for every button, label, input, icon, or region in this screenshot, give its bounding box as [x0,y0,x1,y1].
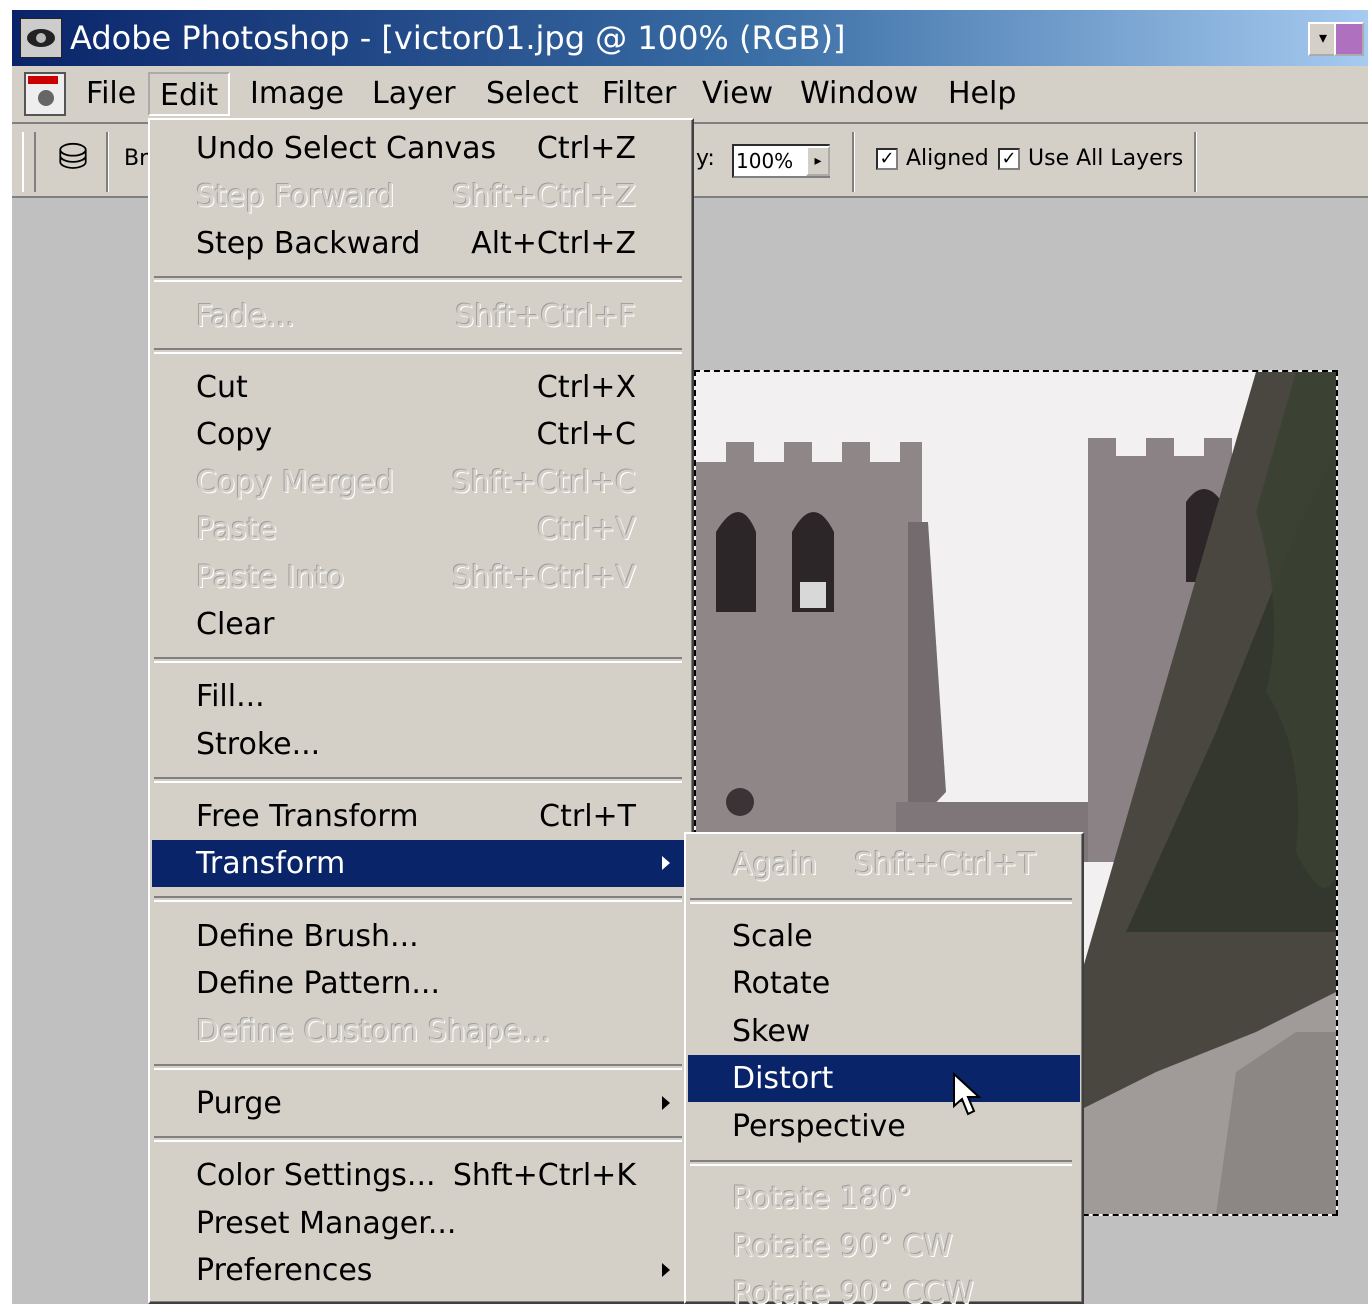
menu-item-free-transform[interactable]: Free Transform Ctrl+T [152,793,690,840]
opacity-arrow-icon[interactable]: ▸ [806,146,830,176]
submenu-item-rotate-180: Rotate 180° [732,1181,913,1216]
menu-separator [154,777,682,783]
menu-view[interactable]: View [692,72,783,116]
transform-submenu: Again Shft+Ctrl+T Scale Rotate Skew Dist… [684,832,1084,1304]
submenu-item-perspective[interactable]: Perspective [688,1103,1080,1150]
menu-item-preset-manager[interactable]: Preset Manager... [152,1200,690,1247]
menu-item-step-forward: Step Forward Shft+Ctrl+Z [196,179,636,214]
toolbar-separator [106,132,109,192]
menu-select[interactable]: Select [476,72,589,116]
opacity-label: y: [696,146,715,171]
menu-item-purge[interactable]: Purge [152,1080,690,1127]
menu-separator [154,896,682,902]
submenu-item-distort[interactable]: Distort [688,1055,1080,1102]
menu-edit[interactable]: Edit [148,72,231,116]
toolbar-separator [1194,132,1197,192]
menu-layer[interactable]: Layer [362,72,466,116]
brush-label[interactable]: Br [124,146,148,171]
menu-separator [154,657,682,663]
submenu-item-rotate[interactable]: Rotate [688,960,1080,1007]
submenu-item-scale[interactable]: Scale [688,913,1080,960]
menu-item-copy-merged: Copy Merged Shft+Ctrl+C [196,465,636,500]
menu-item-stroke[interactable]: Stroke... [152,721,690,768]
restore-icon[interactable] [1334,22,1364,56]
menu-item-paste: Paste Ctrl+V [196,512,636,547]
photoshop-window: Adobe Photoshop - [victor01.jpg @ 100% (… [12,10,1368,1304]
menu-separator [154,276,682,282]
photoshop-eye-icon[interactable] [20,18,62,58]
menu-bar: File Edit Image Layer Select Filter View… [12,66,1368,124]
menu-image[interactable]: Image [240,72,354,116]
menu-item-paste-into: Paste Into Shft+Ctrl+V [196,560,636,595]
aligned-checkbox[interactable]: ✓ [876,148,898,170]
use-all-layers-label: Use All Layers [1028,146,1184,171]
submenu-item-skew[interactable]: Skew [688,1008,1080,1055]
menu-item-define-pattern[interactable]: Define Pattern... [152,960,690,1007]
menu-item-define-brush[interactable]: Define Brush... [152,913,690,960]
document-icon[interactable] [24,72,66,116]
use-all-layers-checkbox[interactable]: ✓ [998,148,1020,170]
menu-file[interactable]: File [76,72,146,116]
menu-item-preferences[interactable]: Preferences [152,1247,690,1294]
submenu-arrow-icon [662,1263,670,1277]
submenu-item-rotate-90-ccw: Rotate 90° CCW [732,1276,975,1304]
menu-separator [154,348,682,354]
title-bar: Adobe Photoshop - [victor01.jpg @ 100% (… [12,10,1368,66]
menu-item-fade: Fade... Shft+Ctrl+F [196,299,636,334]
menu-filter[interactable]: Filter [592,72,686,116]
submenu-arrow-icon [662,856,670,870]
menu-item-cut[interactable]: Cut Ctrl+X [152,364,690,411]
submenu-item-again: Again Shft+Ctrl+T [732,847,1036,882]
menu-window[interactable]: Window [790,72,928,116]
menu-item-fill[interactable]: Fill... [152,673,690,720]
window-title: Adobe Photoshop - [victor01.jpg @ 100% (… [70,19,846,57]
menu-separator [690,898,1072,904]
submenu-arrow-icon [662,1096,670,1110]
menu-item-transform[interactable]: Transform [152,840,690,887]
submenu-item-rotate-90-cw: Rotate 90° CW [732,1229,954,1264]
aligned-label: Aligned [906,146,989,171]
menu-item-color-settings[interactable]: Color Settings... Shft+Ctrl+K [152,1152,690,1199]
toolbar-separator [852,132,855,192]
clone-stamp-icon[interactable]: ⛁ [50,134,96,182]
edit-menu: Undo Select Canvas Ctrl+Z Step Forward S… [148,118,694,1304]
menu-item-step-backward[interactable]: Step Backward Alt+Ctrl+Z [152,220,690,267]
menu-separator [154,1064,682,1070]
menu-item-copy[interactable]: Copy Ctrl+C [152,411,690,458]
toolbar-grip[interactable] [22,132,36,192]
menu-item-undo-select-canvas[interactable]: Undo Select Canvas Ctrl+Z [152,125,690,172]
menu-separator [154,1136,682,1142]
menu-item-clear[interactable]: Clear [152,601,690,648]
menu-help[interactable]: Help [938,72,1026,116]
mouse-pointer-icon [953,1072,982,1116]
menu-separator [690,1160,1072,1166]
menu-item-define-custom-shape: Define Custom Shape... [196,1014,551,1049]
